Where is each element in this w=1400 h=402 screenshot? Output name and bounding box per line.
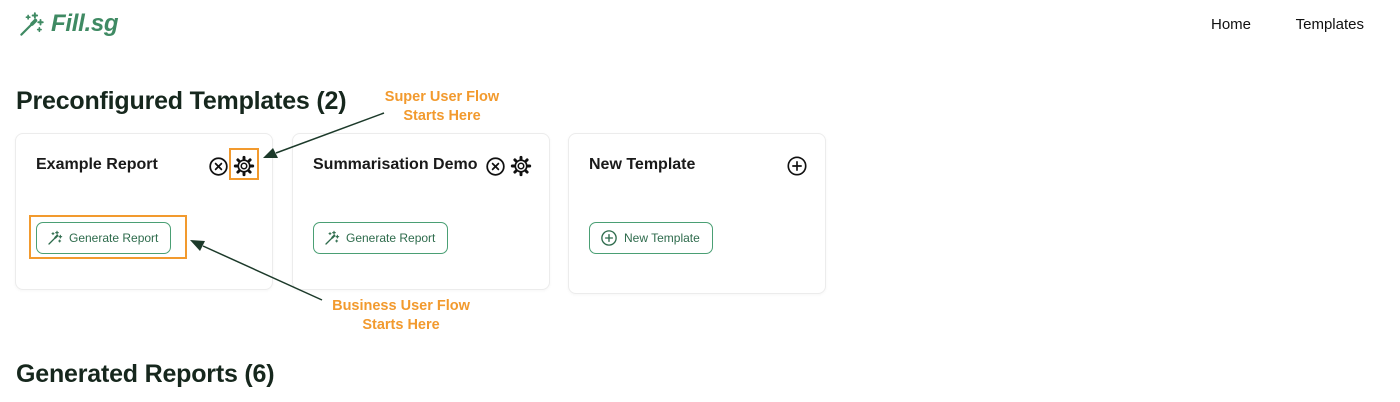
template-settings-button[interactable] <box>232 154 256 178</box>
plus-circle-icon <box>786 155 808 177</box>
magic-wand-icon <box>18 11 45 38</box>
brand-name: Fill.sg <box>51 10 119 37</box>
add-template-icon-button[interactable] <box>785 154 809 178</box>
close-circle-icon <box>208 156 229 177</box>
generated-reports-heading: Generated Reports (6) <box>16 360 275 388</box>
generate-report-button[interactable]: Generate Report <box>36 222 172 254</box>
delete-template-button[interactable] <box>483 154 507 178</box>
super-user-note-line1: Super User Flow <box>384 89 500 105</box>
template-card-new-template: New Template New Template <box>568 133 826 294</box>
preconfigured-templates-heading: Preconfigured Templates (2) <box>16 87 347 115</box>
generate-report-button[interactable]: Generate Report <box>313 222 449 254</box>
super-user-flow-note: Super User Flow Starts Here <box>362 88 522 126</box>
business-user-note-line1: Business User Flow <box>332 298 470 314</box>
generate-report-label: Generate Report <box>69 231 159 245</box>
close-circle-icon <box>485 156 506 177</box>
magic-wand-icon <box>324 230 340 246</box>
template-settings-button[interactable] <box>509 154 533 178</box>
template-card-title: New Template <box>589 156 696 173</box>
business-user-flow-note: Business User Flow Starts Here <box>311 297 491 335</box>
business-user-note-line2: Starts Here <box>362 317 440 333</box>
delete-template-button[interactable] <box>206 154 230 178</box>
magic-wand-icon <box>47 230 63 246</box>
plus-circle-icon <box>600 229 618 247</box>
template-card-example-report: Example Report Generate Report <box>15 133 273 290</box>
new-template-button[interactable]: New Template <box>589 222 713 254</box>
template-card-summarisation-demo: Summarisation Demo Generate Report <box>292 133 550 290</box>
template-card-title: Example Report <box>36 156 158 173</box>
gear-icon <box>510 155 532 177</box>
brand-logo[interactable]: Fill.sg <box>18 10 119 38</box>
generate-report-label: Generate Report <box>346 231 436 245</box>
new-template-label: New Template <box>624 231 700 245</box>
nav-templates-link[interactable]: Templates <box>1296 16 1364 33</box>
nav-home-link[interactable]: Home <box>1211 16 1251 33</box>
template-card-title: Summarisation Demo <box>313 156 478 173</box>
gear-icon <box>233 155 255 177</box>
super-user-note-line2: Starts Here <box>403 108 481 124</box>
